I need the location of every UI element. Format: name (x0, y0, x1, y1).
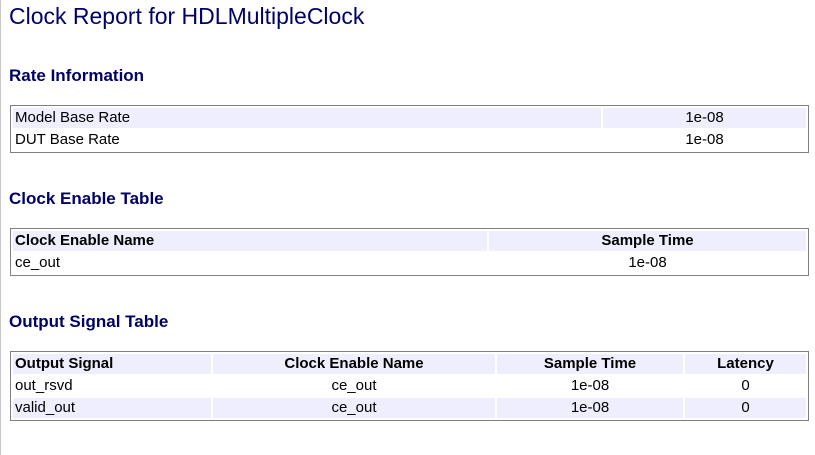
rate-value: 1e-08 (603, 108, 806, 128)
rate-label: DUT Base Rate (15, 131, 120, 148)
rate-label: Model Base Rate (13, 108, 601, 128)
clock-enable-name-cell: ce_out (331, 377, 377, 394)
column-header-sample-time: Sample Time (497, 354, 683, 374)
column-header-latency: Latency (685, 354, 806, 374)
column-header-sample-time: Sample Time (489, 231, 806, 251)
output-signal-table-heading: Output Signal Table (9, 312, 169, 331)
table-row: Model Base Rate 1e-08 (13, 108, 806, 128)
column-header-output-signal: Output Signal (13, 354, 211, 374)
sample-time-cell: 1e-08 (497, 398, 683, 418)
output-signal-cell: out_rsvd (15, 377, 73, 394)
column-header-clock-enable-name: Clock Enable Name (13, 231, 487, 251)
clock-enable-table-heading: Clock Enable Table (9, 189, 164, 208)
rate-information-table: Model Base Rate 1e-08 DUT Base Rate 1e-0… (10, 105, 809, 153)
rate-information-heading: Rate Information (9, 66, 145, 85)
sample-time-cell: 1e-08 (570, 377, 610, 394)
output-signal-table: Output Signal Clock Enable Name Sample T… (10, 351, 809, 421)
page-title: Clock Report for HDLMultipleClock (9, 3, 365, 29)
output-signal-cell: valid_out (13, 398, 211, 418)
table-row: out_rsvd ce_out 1e-08 0 (13, 376, 806, 396)
rate-value: 1e-08 (685, 131, 724, 148)
table-header-row: Output Signal Clock Enable Name Sample T… (13, 354, 806, 374)
clock-enable-name-cell: ce_out (213, 398, 495, 418)
sample-time-cell: 1e-08 (628, 254, 667, 271)
clock-enable-table: Clock Enable Name Sample Time ce_out 1e-… (10, 228, 809, 276)
table-header-row: Clock Enable Name Sample Time (13, 231, 806, 251)
table-row: DUT Base Rate 1e-08 (13, 130, 806, 150)
latency-cell: 0 (685, 398, 806, 418)
column-header-clock-enable-name: Clock Enable Name (213, 354, 495, 374)
clock-enable-name-cell: ce_out (15, 254, 61, 271)
table-row: valid_out ce_out 1e-08 0 (13, 398, 806, 418)
latency-cell: 0 (741, 377, 750, 394)
table-row: ce_out 1e-08 (13, 253, 806, 273)
